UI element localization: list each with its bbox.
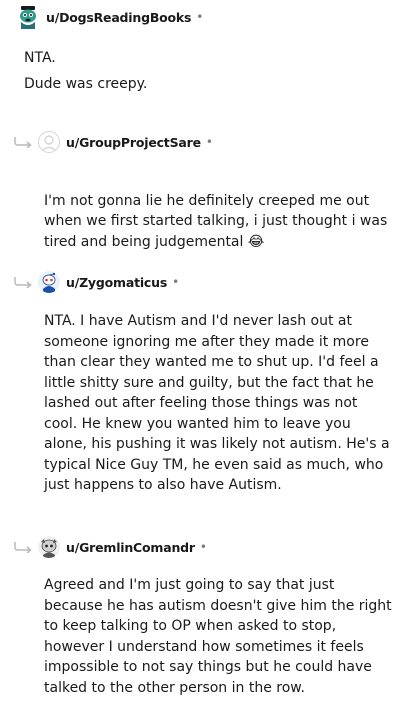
comment-body: NTA. I have Autism and I'd never lash ou… [44,313,390,493]
reply-arrow-icon [14,277,32,288]
username[interactable]: u/Zygomaticus [66,275,167,290]
username[interactable]: u/GroupProjectSare [66,135,201,150]
reply-arrow-icon [14,542,32,553]
reply-arrow-icon [14,137,32,148]
gremlin-avatar-icon[interactable] [38,536,60,558]
separator-dot: • [205,135,213,149]
comment-header: u/GroupProjectSare • [38,130,213,154]
comment-header: u/DogsReadingBooks • [18,5,203,29]
separator-dot: • [172,275,180,289]
snoo-avatar-icon[interactable] [38,271,60,293]
separator-dot: • [199,540,207,554]
separator-dot: • [196,10,204,24]
comment-body: Agreed and I'm just going to say that ju… [44,577,392,696]
comment-body-text: I'm not gonna lie he definitely creeped … [44,192,388,250]
dog-avatar-icon[interactable] [18,5,40,29]
comment-body: NTA. Dude was creepy. [24,50,148,92]
username[interactable]: u/GremlinComandr [66,540,195,555]
default-avatar-icon[interactable] [38,131,60,153]
comment-header: u/GremlinComandr • [38,535,207,559]
comment-body: I'm not gonna lie he definitely creeped … [44,170,387,252]
comment-header: u/Zygomaticus • [38,270,179,294]
username[interactable]: u/DogsReadingBooks [46,10,191,25]
laughing-emoji: 😂 [247,233,265,250]
